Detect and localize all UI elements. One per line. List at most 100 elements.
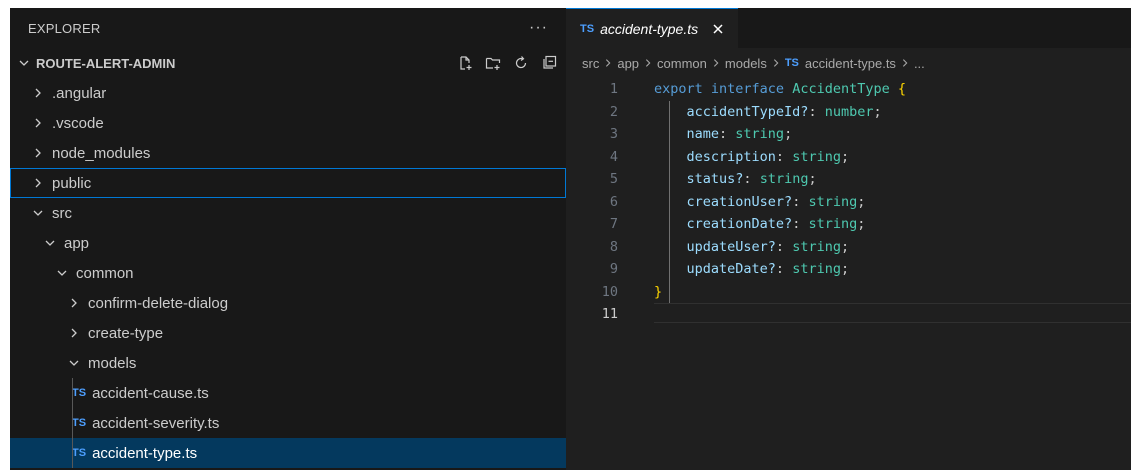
breadcrumb-item[interactable]: common	[657, 56, 707, 71]
type-token: string	[792, 238, 841, 255]
tree-item-label: node_modules	[52, 144, 151, 162]
chevron-down-icon	[45, 240, 55, 246]
typescript-icon: TS	[580, 22, 595, 35]
property-token: creationDate?	[686, 216, 793, 233]
typescript-icon: TS	[72, 387, 87, 399]
tree-folder[interactable]: node_modules	[10, 138, 566, 168]
tree-folder[interactable]: models	[10, 348, 566, 378]
new-folder-icon[interactable]	[484, 54, 502, 72]
refresh-icon[interactable]	[512, 54, 530, 72]
code-line: 6 creationUser?: string;	[566, 191, 1131, 214]
keyword-token: export interface	[654, 81, 785, 98]
property-token: updateUser?	[686, 238, 776, 255]
code-text: status?: string;	[686, 171, 817, 188]
type-token: number	[824, 103, 874, 120]
explorer-actions	[456, 54, 558, 72]
indent-guide	[72, 408, 73, 438]
typescript-icon: TS	[72, 447, 87, 459]
tree-item-label: accident-type.ts	[92, 444, 198, 462]
code-line: 3 name: string;	[566, 123, 1131, 146]
tree-folder[interactable]: public	[10, 168, 566, 198]
indent-guide	[72, 378, 73, 408]
close-icon[interactable]	[710, 21, 726, 37]
more-actions-button[interactable]: ···	[529, 19, 548, 37]
breadcrumb-item[interactable]: accident-type.ts	[805, 56, 896, 71]
chevron-right-icon	[35, 148, 41, 158]
tree-file[interactable]: TS accident-type.ts	[10, 438, 566, 468]
window-frame-top	[0, 0, 1138, 8]
file-tree: .angular .vscode node_modules public src app c…	[10, 78, 566, 468]
line-number: 6	[609, 193, 618, 210]
code-text: updateUser?: string;	[686, 238, 850, 255]
breadcrumb-item[interactable]: models	[725, 56, 767, 71]
chevron-right-icon	[606, 59, 611, 67]
type-token: string	[759, 171, 809, 188]
type-token: string	[808, 216, 858, 233]
code-line: 8 updateUser?: string;	[566, 236, 1131, 259]
tree-item-label: create-type	[88, 324, 164, 342]
tree-item-label: accident-severity.ts	[92, 414, 220, 432]
tree-folder[interactable]: .vscode	[10, 108, 566, 138]
explorer-title: EXPLORER	[28, 20, 101, 36]
code-text: name: string;	[686, 126, 793, 143]
window-frame-left	[0, 0, 10, 470]
chevron-right-icon	[35, 88, 41, 98]
collapse-all-icon[interactable]	[540, 54, 558, 72]
tree-file[interactable]: TS accident-cause.ts	[10, 378, 566, 408]
breadcrumb-item[interactable]: app	[617, 56, 639, 71]
code-line: 5 status?: string;	[566, 168, 1131, 191]
code-text: description: string;	[686, 148, 850, 165]
workspace-section-header[interactable]: ROUTE-ALERT-ADMIN	[10, 48, 566, 78]
chevron-right-icon	[35, 118, 41, 128]
type-token: string	[792, 148, 841, 165]
explorer-sidebar: EXPLORER ··· ROUTE-ALERT-ADMIN .angular.…	[10, 8, 566, 470]
type-token: string	[792, 261, 841, 278]
tree-folder[interactable]: app	[10, 228, 566, 258]
tree-folder[interactable]: confirm-delete-dialog	[10, 288, 566, 318]
code-text: accidentTypeId?: number;	[686, 103, 882, 120]
tree-folder[interactable]: src	[10, 198, 566, 228]
current-line-highlight	[654, 303, 1131, 323]
editor-area: TS accident-type.ts src app common models TS…	[566, 8, 1131, 470]
chevron-right-icon	[902, 59, 908, 67]
explorer-header: EXPLORER ···	[10, 8, 566, 48]
tab-bar: TS accident-type.ts	[566, 8, 1131, 48]
property-token: name	[686, 126, 720, 143]
typescript-icon: TS	[784, 57, 799, 69]
workspace-title: ROUTE-ALERT-ADMIN	[36, 55, 176, 71]
tree-file[interactable]: TS accident-severity.ts	[10, 408, 566, 438]
tree-item-label: models	[88, 354, 137, 372]
tree-item-label: .angular	[52, 84, 107, 102]
breadcrumb: src app common models TS accident-type.ts...	[566, 48, 1131, 78]
tab-accident-type[interactable]: TS accident-type.ts	[566, 8, 739, 48]
indent-guide	[669, 100, 670, 303]
code-line: 11	[566, 303, 1131, 326]
line-number: 3	[609, 126, 618, 143]
brace-token: {	[897, 81, 907, 98]
new-file-icon[interactable]	[456, 54, 474, 72]
chevron-down-icon	[19, 60, 29, 66]
line-number: 2	[609, 103, 618, 120]
code-line: 2 accidentTypeId?: number;	[566, 101, 1131, 124]
code-text: creationUser?: string;	[686, 193, 866, 210]
window-frame-right	[1131, 0, 1138, 470]
code-text: export interface AccidentType {	[654, 81, 906, 97]
line-number: 7	[609, 216, 618, 233]
line-number: 4	[609, 148, 618, 165]
type-token: string	[808, 193, 858, 210]
breadcrumb-item[interactable]: src	[582, 56, 599, 71]
code-editor[interactable]: 1 export interface AccidentType {2 accide…	[566, 78, 1131, 326]
tree-folder[interactable]: .angular	[10, 78, 566, 108]
typescript-icon: TS	[72, 417, 87, 429]
tree-folder[interactable]: create-type	[10, 318, 566, 348]
line-number: 1	[609, 81, 618, 98]
tree-folder[interactable]: common	[10, 258, 566, 288]
type-name-token: AccidentType	[792, 81, 890, 98]
chevron-right-icon	[645, 59, 651, 67]
chevron-right-icon	[35, 178, 41, 188]
breadcrumb-item[interactable]: ...	[914, 56, 925, 71]
type-token: string	[735, 126, 785, 143]
chevron-right-icon	[713, 59, 719, 67]
property-token: updateDate?	[686, 261, 776, 278]
property-token: accidentTypeId?	[686, 103, 809, 120]
